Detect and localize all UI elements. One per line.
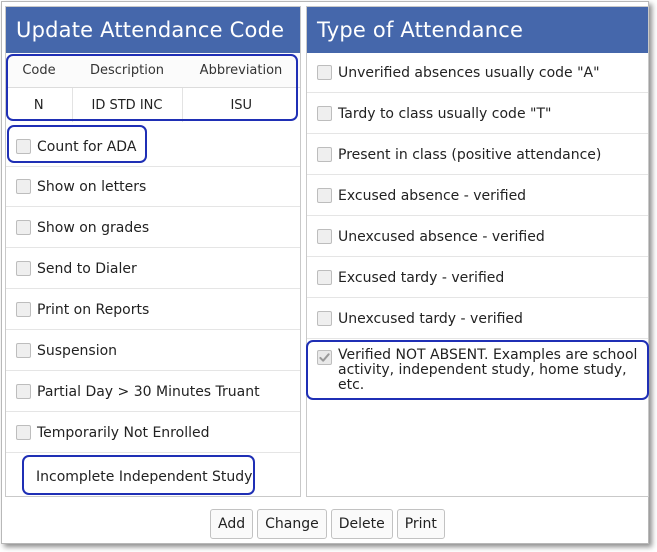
cell-description: ID STD INC: [71, 87, 182, 122]
option-send-to-dialer[interactable]: Send to Dialer: [6, 249, 300, 289]
option-unexcused-tardy[interactable]: Unexcused tardy - verified: [307, 299, 648, 339]
table-header-row: Code Description Abbreviation: [6, 53, 300, 88]
option-label: Partial Day > 30 Minutes Truant: [37, 383, 260, 400]
update-attendance-code-title: Update Attendance Code: [6, 7, 300, 53]
add-button[interactable]: Add: [210, 509, 254, 539]
option-tardy-to-class[interactable]: Tardy to class usually code "T": [307, 94, 648, 134]
option-label: Incomplete Independent Study: [36, 469, 253, 485]
column-header-abbreviation: Abbreviation: [199, 62, 283, 78]
option-label: Suspension: [37, 342, 118, 359]
option-label: Excused absence - verified: [338, 187, 527, 204]
option-unverified-absences[interactable]: Unverified absences usually code "A": [307, 53, 648, 93]
option-excused-absence[interactable]: Excused absence - verified: [307, 176, 648, 216]
checkmark-icon: [319, 353, 330, 362]
unexcused-tardy-checkbox[interactable]: [317, 311, 332, 326]
print-button[interactable]: Print: [396, 509, 445, 539]
cell-code: N: [6, 87, 72, 122]
print-on-reports-checkbox[interactable]: [16, 302, 31, 317]
attendance-code-table: Code Description Abbreviation N ID STD I…: [6, 53, 300, 122]
option-suspension[interactable]: Suspension: [6, 331, 300, 371]
option-incomplete-independent-study[interactable]: Incomplete Independent Study: [6, 457, 300, 497]
send-to-dialer-checkbox[interactable]: [16, 261, 31, 276]
type-of-attendance-panel: Type of Attendance Unverified absences u…: [306, 6, 649, 497]
option-print-on-reports[interactable]: Print on Reports: [6, 290, 300, 330]
partial-day-truant-checkbox[interactable]: [16, 384, 31, 399]
action-button-bar: Add Change Delete Print: [210, 509, 445, 539]
column-header-code: Code: [22, 62, 56, 78]
attendance-code-dialog: Update Attendance Code Code Description …: [1, 1, 649, 544]
update-attendance-code-panel: Update Attendance Code Code Description …: [5, 6, 301, 497]
option-label: Unexcused absence - verified: [338, 228, 545, 245]
option-unexcused-absence[interactable]: Unexcused absence - verified: [307, 217, 648, 257]
option-label: Present in class (positive attendance): [338, 146, 602, 163]
cell-abbreviation: ISU: [181, 87, 300, 122]
tardy-to-class-checkbox[interactable]: [317, 106, 332, 121]
temporarily-not-enrolled-checkbox[interactable]: [16, 425, 31, 440]
type-of-attendance-title: Type of Attendance: [307, 7, 648, 53]
option-temporarily-not-enrolled[interactable]: Temporarily Not Enrolled: [6, 413, 300, 453]
show-on-grades-checkbox[interactable]: [16, 220, 31, 235]
change-button[interactable]: Change: [257, 509, 327, 539]
option-label: Excused tardy - verified: [338, 269, 505, 286]
option-label: Send to Dialer: [37, 260, 137, 277]
suspension-checkbox[interactable]: [16, 343, 31, 358]
option-excused-tardy[interactable]: Excused tardy - verified: [307, 258, 648, 298]
excused-tardy-checkbox[interactable]: [317, 270, 332, 285]
count-for-ada-checkbox[interactable]: [16, 139, 31, 154]
option-label: Unverified absences usually code "A": [338, 64, 600, 81]
option-label: Verified NOT ABSENT. Examples are school…: [338, 347, 638, 393]
verified-not-absent-checkbox[interactable]: [317, 350, 332, 365]
unexcused-absence-checkbox[interactable]: [317, 229, 332, 244]
option-label: Show on letters: [37, 178, 147, 195]
option-label: Temporarily Not Enrolled: [37, 424, 210, 441]
delete-button[interactable]: Delete: [330, 509, 393, 539]
option-label: Tardy to class usually code "T": [338, 105, 552, 122]
option-partial-day-truant[interactable]: Partial Day > 30 Minutes Truant: [6, 372, 300, 412]
unverified-absences-checkbox[interactable]: [317, 65, 332, 80]
option-show-on-grades[interactable]: Show on grades: [6, 208, 300, 248]
show-on-letters-checkbox[interactable]: [16, 179, 31, 194]
option-label: Print on Reports: [37, 301, 150, 318]
option-label: Unexcused tardy - verified: [338, 310, 523, 327]
option-count-for-ada[interactable]: Count for ADA: [6, 127, 300, 167]
table-row[interactable]: N ID STD INC ISU: [6, 87, 300, 122]
option-verified-not-absent[interactable]: Verified NOT ABSENT. Examples are school…: [307, 340, 648, 400]
option-present-in-class[interactable]: Present in class (positive attendance): [307, 135, 648, 175]
present-in-class-checkbox[interactable]: [317, 147, 332, 162]
excused-absence-checkbox[interactable]: [317, 188, 332, 203]
option-show-on-letters[interactable]: Show on letters: [6, 167, 300, 207]
option-label: Show on grades: [37, 219, 150, 236]
option-label: Count for ADA: [37, 138, 137, 155]
column-header-description: Description: [89, 62, 165, 78]
